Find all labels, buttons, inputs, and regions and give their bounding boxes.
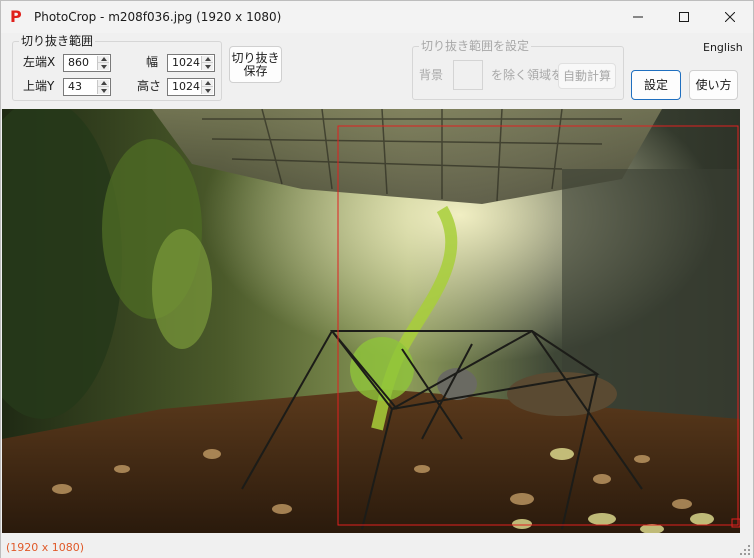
minimize-icon	[633, 16, 643, 18]
spin-down-icon[interactable]	[202, 87, 213, 94]
vertical-scrollbar[interactable]	[740, 109, 753, 533]
resize-grip-icon[interactable]	[740, 545, 750, 555]
crop-range-legend: 切り抜き範囲	[19, 34, 96, 48]
width-spinbox[interactable]: 1024	[167, 54, 215, 72]
background-color-swatch[interactable]	[453, 60, 483, 90]
minimize-button[interactable]	[615, 1, 661, 33]
app-icon: P	[10, 7, 22, 26]
aquarium-photo[interactable]	[2, 109, 740, 533]
settings-button[interactable]: 設定	[631, 70, 681, 100]
top-y-value[interactable]: 43	[68, 80, 82, 94]
width-spin-arrows[interactable]	[201, 56, 213, 70]
top-y-label: 上端Y	[23, 79, 55, 93]
maximize-icon	[679, 12, 689, 22]
image-size-status: (1920 x 1080)	[6, 541, 85, 554]
spin-down-icon[interactable]	[98, 87, 109, 94]
photocrop-window: P PhotoCrop - m208f036.jpg (1920 x 1080)…	[0, 0, 754, 558]
language-link[interactable]: English	[703, 41, 743, 54]
spin-up-icon[interactable]	[98, 56, 109, 63]
height-value[interactable]: 1024	[172, 80, 200, 94]
crop-save-button[interactable]: 切り抜き 保存	[229, 46, 282, 83]
width-label: 幅	[146, 55, 159, 69]
crop-save-label-line2: 保存	[243, 63, 268, 78]
window-title: PhotoCrop - m208f036.jpg (1920 x 1080)	[34, 10, 282, 24]
height-spin-arrows[interactable]	[201, 80, 213, 94]
left-x-value[interactable]: 860	[68, 56, 89, 70]
left-x-label: 左端X	[23, 55, 56, 69]
toolbar: 切り抜き範囲 左端X 860 上端Y 43 幅 1024 高さ 1024 切り抜…	[1, 33, 753, 109]
background-label: 背景	[419, 68, 444, 82]
height-spinbox[interactable]: 1024	[167, 78, 215, 96]
spin-up-icon[interactable]	[98, 80, 109, 87]
height-label: 高さ	[137, 79, 162, 93]
close-icon	[725, 12, 735, 22]
crop-save-label: 切り抜き 保存	[231, 50, 280, 78]
image-viewport[interactable]	[2, 109, 740, 533]
auto-calc-button[interactable]: 自動計算	[558, 63, 616, 89]
crop-save-label-line1: 切り抜き	[231, 50, 280, 65]
spin-down-icon[interactable]	[202, 63, 213, 70]
status-bar: (1920 x 1080)	[1, 537, 753, 558]
close-button[interactable]	[707, 1, 753, 33]
left-x-spinbox[interactable]: 860	[63, 54, 111, 72]
top-y-spinbox[interactable]: 43	[63, 78, 111, 96]
auto-range-legend: 切り抜き範囲を設定	[419, 39, 532, 53]
top-y-spin-arrows[interactable]	[97, 80, 109, 94]
spin-down-icon[interactable]	[98, 63, 109, 70]
left-x-spin-arrows[interactable]	[97, 56, 109, 70]
how-to-use-button[interactable]: 使い方	[689, 70, 738, 100]
title-bar[interactable]: P PhotoCrop - m208f036.jpg (1920 x 1080)	[1, 1, 753, 33]
maximize-button[interactable]	[661, 1, 707, 33]
exclude-region-label: を除く領域を	[491, 68, 564, 82]
spin-up-icon[interactable]	[202, 56, 213, 63]
width-value[interactable]: 1024	[172, 56, 200, 70]
spin-up-icon[interactable]	[202, 80, 213, 87]
